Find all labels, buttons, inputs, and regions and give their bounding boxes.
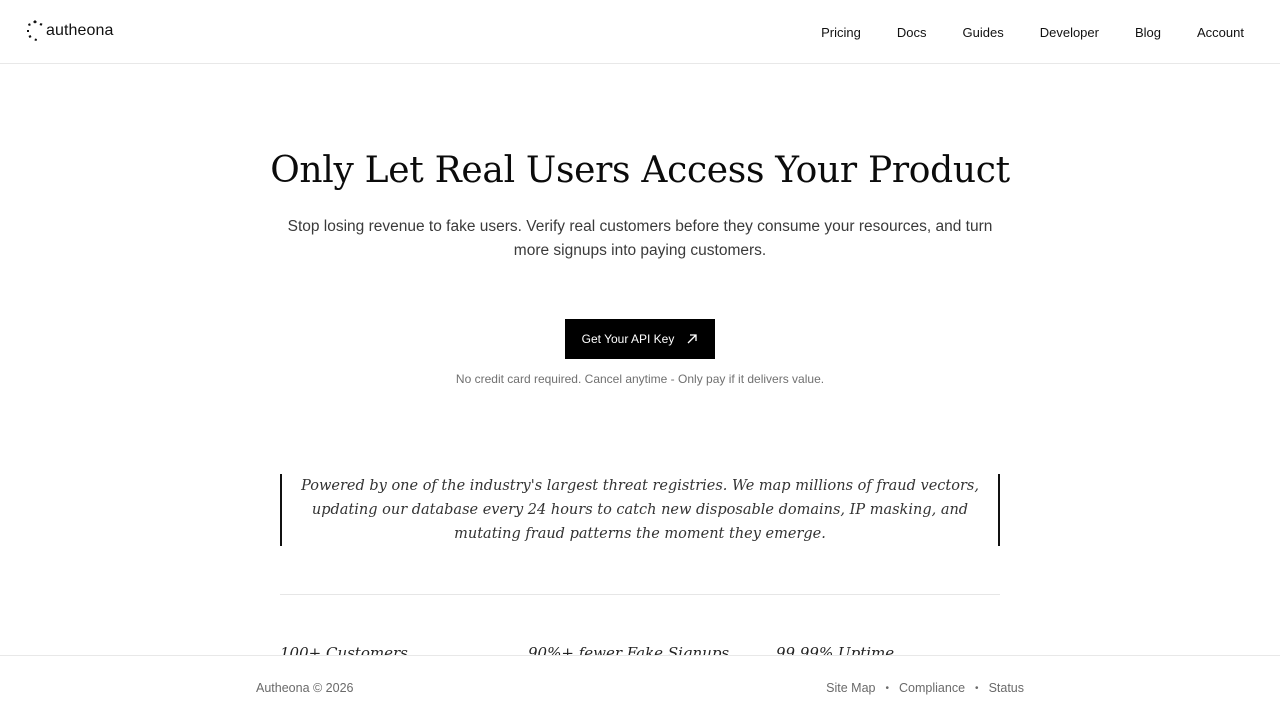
nav-account[interactable]: Account [1197, 25, 1244, 40]
hero-subtitle: Stop losing revenue to fake users. Verif… [287, 218, 993, 259]
quote-text: Powered by one of the industry's largest… [301, 478, 979, 542]
footer-link-compliance[interactable]: Compliance [899, 681, 965, 695]
nav-developer[interactable]: Developer [1040, 25, 1099, 40]
site-footer: Autheona © 2026 Site Map • Compliance • … [0, 655, 1280, 720]
threat-registry-quote: Powered by one of the industry's largest… [280, 474, 1000, 546]
footer-separator: • [885, 682, 890, 694]
site-header: autheona Pricing Docs Guides Developer B… [0, 0, 1280, 64]
hero-title: Only Let Real Users Access Your Product [270, 150, 1010, 191]
copyright-text: Autheona © 2026 [256, 681, 354, 695]
section-divider [280, 594, 1000, 595]
logo-link[interactable]: autheona [26, 18, 114, 44]
get-api-key-button[interactable]: Get Your API Key [565, 319, 715, 359]
main-nav: Pricing Docs Guides Developer Blog Accou… [785, 0, 1244, 64]
nav-blog[interactable]: Blog [1135, 25, 1161, 40]
nav-pricing[interactable]: Pricing [821, 25, 861, 40]
logo-wordmark: autheona [46, 22, 114, 39]
footer-link-site-map[interactable]: Site Map [826, 681, 875, 695]
nav-guides[interactable]: Guides [963, 25, 1004, 40]
footer-link-status[interactable]: Status [989, 681, 1024, 695]
cta-label: Get Your API Key [581, 332, 675, 346]
nav-docs[interactable]: Docs [897, 25, 927, 40]
cta-fineprint: No credit card required. Cancel anytime … [455, 372, 825, 386]
arrow-up-right-icon [687, 334, 698, 344]
footer-links: Site Map • Compliance • Status [826, 681, 1024, 695]
footer-separator: • [975, 682, 979, 694]
dashed-circle-logo-icon [27, 20, 43, 41]
